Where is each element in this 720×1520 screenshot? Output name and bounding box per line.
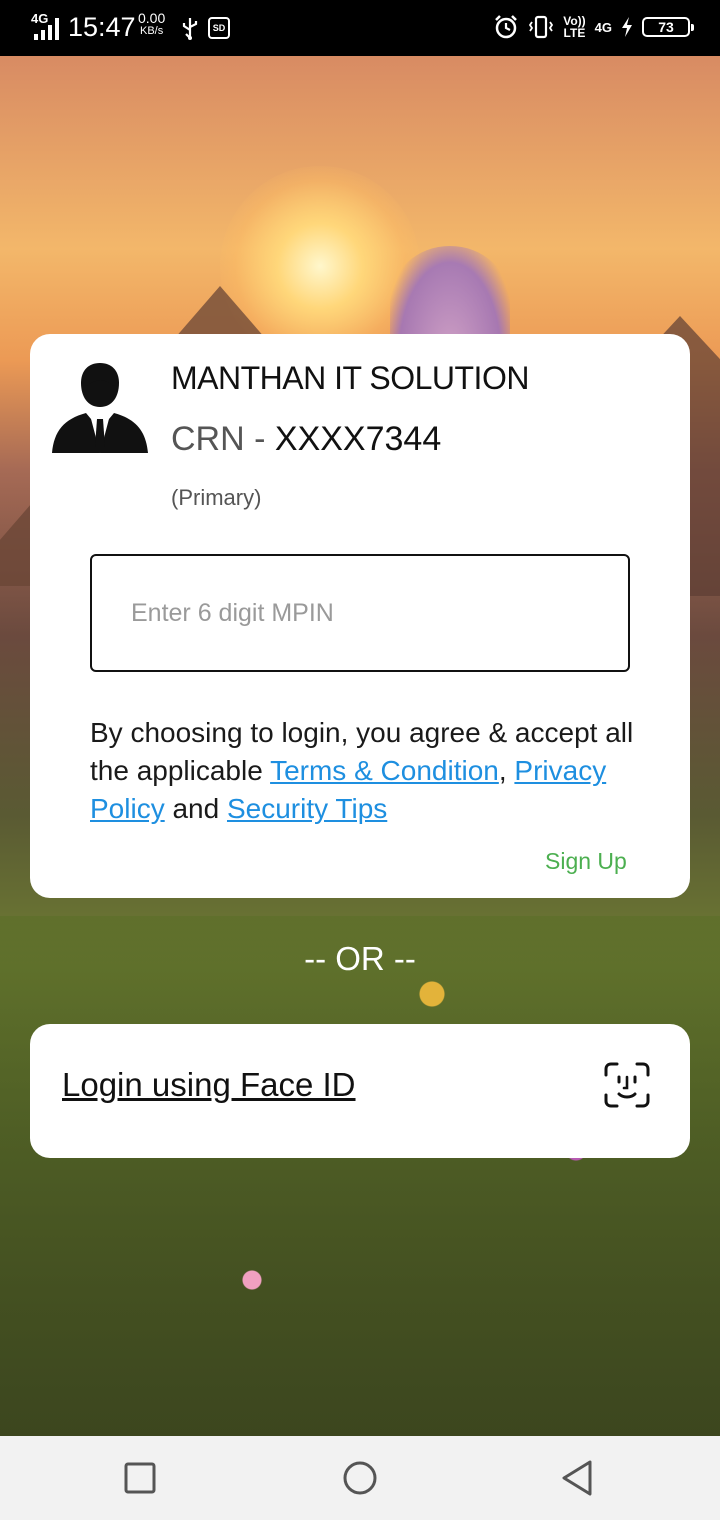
security-tips-link[interactable]: Security Tips	[227, 793, 387, 824]
or-divider: -- OR --	[304, 940, 416, 977]
volte-indicator: Vo)) LTE	[563, 15, 585, 39]
alarm-icon	[495, 15, 518, 39]
sd-card-icon: SD	[208, 17, 230, 39]
crn-value: XXXX7344	[274, 420, 442, 458]
usb-icon	[182, 18, 198, 40]
consent-text-part-2: ,	[498, 755, 515, 786]
battery-level: 73	[658, 19, 674, 35]
network-type-label: 4G	[31, 11, 49, 26]
network-speed: 0.00 KB/s	[138, 11, 165, 37]
face-id-icon[interactable]	[603, 1061, 651, 1109]
flower-meadow	[0, 916, 720, 1436]
status-bar: 4G 15:47 0.00 KB/s SD Vo)) LTE 4G 73	[0, 0, 720, 56]
back-icon[interactable]	[558, 1458, 598, 1498]
user-avatar-icon	[52, 363, 148, 453]
consent-text: By choosing to login, you agree & accept…	[90, 714, 650, 828]
network-speed-value: 0.00	[138, 10, 166, 26]
volte-bottom-label: LTE	[563, 26, 586, 40]
sign-up-link[interactable]: Sign Up	[545, 848, 627, 875]
mobile-data-label: 4G	[594, 19, 612, 35]
company-name: MANTHAN IT SOLUTION	[171, 360, 529, 396]
consent-text-part-3: and	[164, 793, 227, 824]
recent-apps-icon[interactable]	[120, 1458, 160, 1498]
account-role: (Primary)	[171, 485, 262, 510]
vibrate-icon	[529, 15, 554, 39]
charging-icon	[622, 17, 632, 37]
crn-label: CRN -	[171, 420, 275, 458]
terms-link[interactable]: Terms & Condition	[270, 755, 499, 786]
battery-icon: 73	[642, 17, 694, 37]
home-icon[interactable]	[340, 1458, 380, 1498]
mpin-input[interactable]	[90, 554, 630, 672]
crn-line: CRN - XXXX7344	[171, 420, 441, 459]
network-speed-unit: KB/s	[140, 24, 164, 37]
clock: 15:47	[68, 12, 136, 42]
face-id-login-label[interactable]: Login using Face ID	[62, 1066, 356, 1104]
